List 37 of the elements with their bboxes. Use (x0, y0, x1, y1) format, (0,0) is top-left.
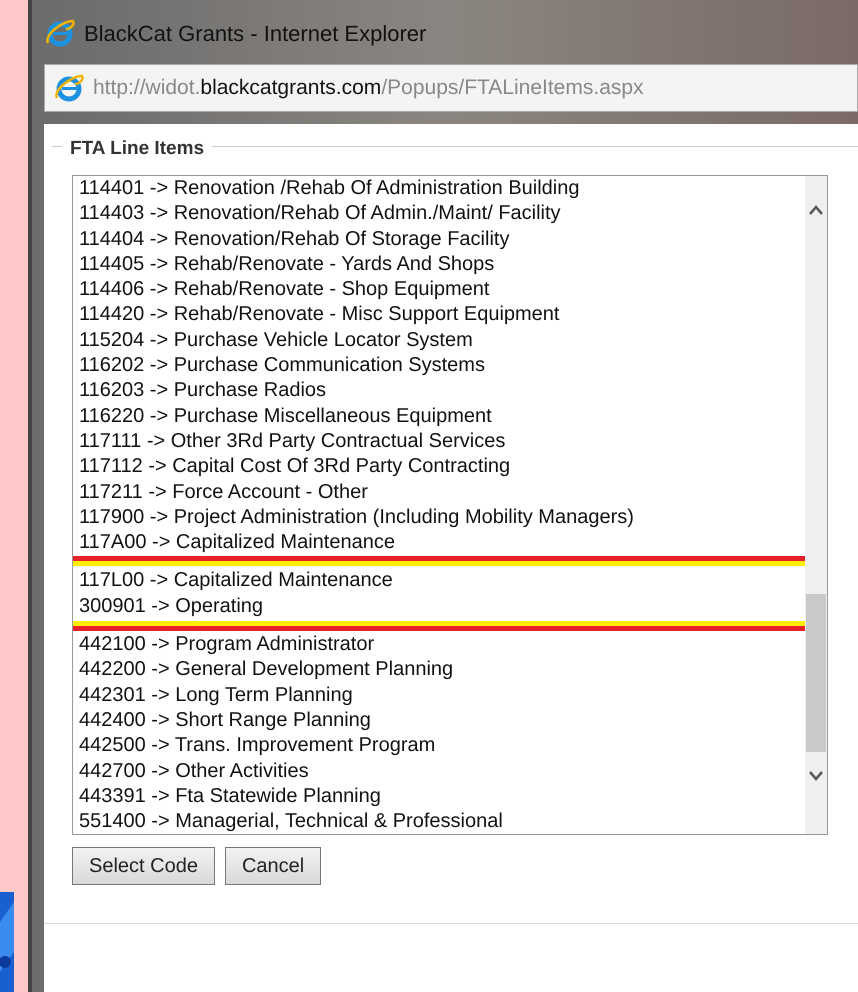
list-item[interactable]: 442700 -> Other Activities (73, 758, 805, 784)
list-item[interactable]: 551400 -> Managerial, Technical & Professional (73, 809, 805, 834)
list-item[interactable]: 115204 -> Purchase Vehicle Locator System (73, 328, 805, 354)
scroll-thumb[interactable] (806, 594, 826, 752)
list-item[interactable]: 117L00 -> Capitalized Maintenance (73, 568, 827, 594)
list-item[interactable]: 117900 -> Project Administration (Including Mobility Managers) (73, 504, 805, 530)
list-item[interactable]: 117211 -> Force Account - Other (73, 480, 805, 505)
list-item[interactable]: 116202 -> Purchase Communication Systems (73, 353, 805, 378)
scrollbar[interactable] (805, 176, 827, 834)
browser-icon (44, 17, 76, 49)
list-item[interactable]: 117A00 -> Capitalized Maintenance (73, 530, 805, 556)
list-item[interactable]: 116203 -> Purchase Radios (73, 378, 805, 404)
list-item[interactable]: 114401 -> Renovation /Rehab Of Administration Building (73, 176, 805, 202)
list-box[interactable] (72, 175, 828, 835)
list-item[interactable]: 443391 -> Fta Statewide Planning (73, 784, 805, 810)
address-bar[interactable]: http://widot.blackcatgrants.com/Popups/FTALineItems.aspx (44, 64, 858, 112)
list-item[interactable]: 442100 -> Program Administrator (73, 632, 805, 658)
list-item[interactable]: 442200 -> General Development Planning (73, 657, 805, 683)
dialog-button[interactable]: Cancel (224, 847, 322, 885)
list-item[interactable]: 442301 -> Long Term Planning (73, 682, 805, 708)
list-item[interactable]: 114405 -> Rehab/Renovate - Yards And Shops (73, 252, 805, 278)
dialog-button[interactable]: Select Code (72, 847, 215, 885)
list-item[interactable]: 114406 -> Rehab/Renovate - Shop Equipment (73, 277, 805, 302)
list-item[interactable]: 442500 -> Trans. Improvement Program (73, 733, 805, 759)
list-item[interactable]: 114403 -> Renovation/Rehab Of Admin./Maint/ Facility (73, 201, 805, 227)
browser-icon (53, 72, 85, 104)
window-title: BlackCat Grants - Internet Explorer (84, 20, 426, 48)
url-text: http://widot.blackcatgrants.com/Popups/FTALineItems.aspx (93, 75, 644, 102)
list-item[interactable]: 114420 -> Rehab/Renovate - Misc Support Equipment (73, 302, 805, 328)
scroll-up-icon[interactable] (808, 204, 824, 216)
list-item[interactable]: 442400 -> Short Range Planning (73, 708, 805, 734)
scroll-down-icon[interactable] (808, 770, 824, 782)
list-item[interactable]: 116220 -> Purchase Miscellaneous Equipment (73, 404, 805, 429)
list-item[interactable]: 117111 -> Other 3Rd Party Contractual Services (73, 428, 805, 454)
list-item[interactable]: 300901 -> Operating (73, 594, 827, 620)
list-item[interactable]: 114404 -> Renovation/Rehab Of Storage Facility (73, 226, 805, 252)
list-item[interactable]: 117112 -> Capital Cost Of 3Rd Party Contracting (73, 454, 805, 480)
